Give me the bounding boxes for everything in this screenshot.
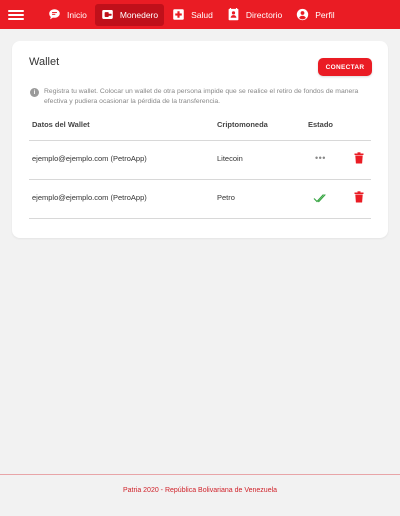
trash-icon[interactable] (354, 191, 364, 203)
nav-item-label: Perfil (315, 9, 335, 20)
nav-item-label: Monedero (119, 9, 159, 20)
trash-icon[interactable] (354, 152, 364, 164)
column-header-wallet: Datos del Wallet (32, 120, 90, 129)
footer-text: Patria 2020 - República Bolivariana de V… (122, 487, 278, 494)
nav-item-label: Salud (191, 9, 213, 20)
nav-item-salud[interactable]: Salud (166, 4, 219, 26)
info-icon: i (30, 88, 39, 97)
wallet-card: Wallet CONECTAR i Registra tu wallet. Co… (12, 41, 388, 238)
connect-button[interactable]: CONECTAR (318, 58, 372, 76)
medical-cross-icon (173, 9, 184, 20)
crypto-name: Litecoin (217, 154, 243, 163)
more-dots-icon: ••• (315, 153, 326, 163)
nav-item-perfil[interactable]: Perfil (290, 4, 340, 26)
card-title: Wallet (29, 56, 60, 68)
wallet-address: ejemplo@ejemplo.com (PetroApp) (32, 154, 147, 163)
hamburger-icon[interactable] (8, 8, 24, 22)
table-row: ejemplo@ejemplo.com (PetroApp) Petro (12, 180, 388, 218)
nav-item-directorio[interactable]: Directorio (221, 4, 288, 26)
column-header-crypto: Criptomoneda (217, 120, 268, 129)
nav-item-monedero[interactable]: Monedero (94, 3, 165, 26)
crypto-name: Petro (217, 193, 235, 202)
divider (29, 218, 371, 219)
footer: Patria 2020 - República Bolivariana de V… (0, 474, 400, 516)
info-text: Registra tu wallet. Colocar un wallet de… (44, 88, 359, 105)
chat-icon (49, 9, 60, 20)
contacts-icon (228, 8, 239, 21)
top-navbar: Inicio Monedero Salud Directorio Perfil (0, 0, 400, 29)
table-header: Datos del Wallet Criptomoneda Estado (12, 120, 388, 140)
nav-item-label: Directorio (245, 9, 283, 20)
nav-item-inicio[interactable]: Inicio (42, 4, 93, 26)
double-check-icon (313, 194, 326, 203)
nav-item-label: Inicio (67, 9, 87, 20)
info-notice: i Registra tu wallet. Colocar un wallet … (30, 87, 375, 107)
wallet-icon (102, 10, 113, 19)
wallet-address: ejemplo@ejemplo.com (PetroApp) (32, 193, 147, 202)
user-icon (297, 8, 309, 21)
column-header-status: Estado (308, 120, 334, 129)
table-row: ejemplo@ejemplo.com (PetroApp) Litecoin … (12, 141, 388, 179)
